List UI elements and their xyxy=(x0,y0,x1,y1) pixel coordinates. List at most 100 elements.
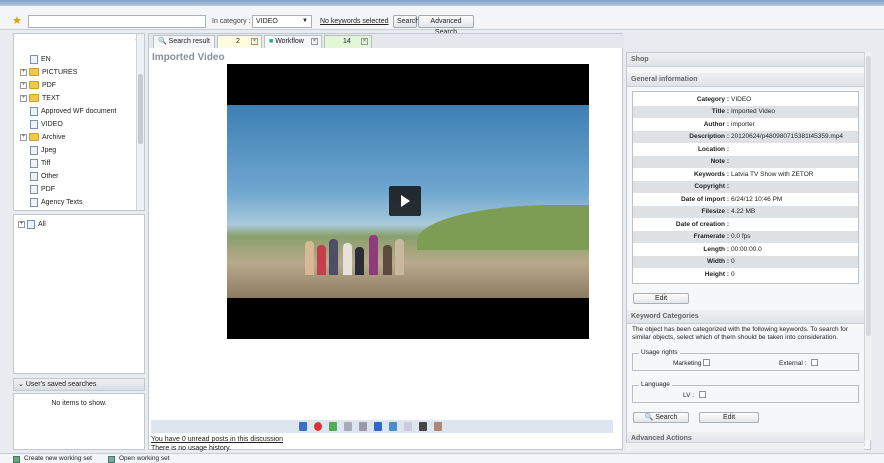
saved-searches-list: No items to show. xyxy=(13,393,145,450)
external-label: External : xyxy=(779,360,807,367)
tab-14[interactable]: 14 × xyxy=(324,35,372,48)
tree-item-label: VIDEO xyxy=(41,121,63,128)
tree-item[interactable]: + PICTURES xyxy=(20,67,77,79)
external-checkbox[interactable] xyxy=(811,359,818,366)
expand-icon[interactable]: + xyxy=(20,133,27,141)
open-working-set-link[interactable]: Open working set xyxy=(119,455,170,462)
keyword-description: The object has been categorized with the… xyxy=(632,326,848,341)
play-button[interactable] xyxy=(389,186,421,216)
delete-icon[interactable] xyxy=(314,422,322,431)
workflow-icon[interactable] xyxy=(434,422,442,431)
tree-item[interactable]: + PDF xyxy=(20,80,56,92)
status-bar: Create new working set Open working set xyxy=(0,453,884,463)
download-icon[interactable] xyxy=(374,422,382,431)
usage-history-text: There is no usage history. xyxy=(151,445,232,452)
empty-message: No items to show. xyxy=(51,400,107,407)
details-panel: Shop General information Category : VIDEO… xyxy=(626,52,871,450)
saved-searches-title: User's saved searches xyxy=(25,381,97,388)
info-row-description: Description :20120624/p480980715381t4535… xyxy=(633,131,858,143)
create-working-set-link[interactable]: Create new working set xyxy=(24,455,92,462)
close-icon[interactable]: × xyxy=(361,38,368,45)
tree-item[interactable]: VIDEO xyxy=(30,119,63,131)
tree-scrollbar[interactable] xyxy=(136,34,144,210)
open-working-set-icon[interactable] xyxy=(108,456,115,463)
keyword-categories-header[interactable]: Keyword Categories xyxy=(627,310,865,324)
document-icon xyxy=(30,119,38,129)
tree-item[interactable]: PDF xyxy=(30,184,55,196)
title-accent-bar xyxy=(0,0,884,6)
expand-icon[interactable]: + xyxy=(18,220,25,228)
search-button[interactable]: Search xyxy=(393,15,419,28)
collapse-icon: ⌄ xyxy=(18,381,26,388)
tree-item-label: PDF xyxy=(41,186,55,193)
unread-posts-link[interactable]: You have 0 unread posts in this discussi… xyxy=(151,436,283,443)
tab-label: 14 xyxy=(343,38,351,45)
tree-item[interactable]: Agency Texts xyxy=(30,197,83,209)
magnifier-icon: 🔍 xyxy=(644,414,656,421)
expand-icon[interactable]: + xyxy=(20,81,27,89)
advanced-search-button[interactable]: Advanced Search xyxy=(418,15,474,36)
tree-item[interactable]: Tiff xyxy=(30,158,50,170)
tab-search-result[interactable]: 🔍 Search result xyxy=(153,35,215,48)
marketing-checkbox[interactable] xyxy=(703,359,710,366)
category-select-value: VIDEO xyxy=(256,18,278,25)
tree-item-label: All xyxy=(38,221,46,228)
tree-item[interactable]: Other xyxy=(30,171,59,183)
lv-checkbox[interactable] xyxy=(699,391,706,398)
zoom-icon[interactable] xyxy=(344,422,352,431)
refresh-icon[interactable] xyxy=(329,422,337,431)
tree-item-all[interactable]: + All xyxy=(18,219,46,231)
scroll-thumb[interactable] xyxy=(138,74,143,144)
tree-item-label: EN xyxy=(41,56,51,63)
folder-icon xyxy=(29,133,39,142)
tree-item[interactable]: Jpeg xyxy=(30,145,56,157)
folder-icon xyxy=(29,68,39,77)
usage-rights-legend: Usage rights xyxy=(639,349,680,356)
edit-info-button[interactable]: Edit xyxy=(633,293,689,304)
document-icon[interactable] xyxy=(404,422,412,431)
scroll-thumb[interactable] xyxy=(866,56,871,336)
info-row-location: Location : xyxy=(697,146,729,153)
details-horizontal-scrollbar[interactable] xyxy=(626,442,864,450)
marketing-label: Marketing : xyxy=(673,360,706,367)
tab-2[interactable]: 2 × xyxy=(217,35,262,48)
details-scrollbar[interactable] xyxy=(864,52,872,440)
info-row-length: Length :00:00:00.0 xyxy=(703,246,762,253)
keyword-edit-button[interactable]: Edit xyxy=(699,412,759,423)
saved-searches-header[interactable]: ⌄ User's saved searches xyxy=(13,378,145,391)
category-select[interactable]: VIDEO ▼ xyxy=(252,15,312,28)
search-input[interactable] xyxy=(28,15,206,28)
create-working-set-icon[interactable] xyxy=(13,456,20,463)
tree-item-label: PICTURES xyxy=(42,69,78,76)
tree-item[interactable]: + TEXT xyxy=(20,93,60,105)
tree-item-label: PDF xyxy=(42,82,56,89)
tree-item-label: Tiff xyxy=(41,160,51,167)
expand-icon[interactable]: + xyxy=(20,94,27,102)
document-icon xyxy=(30,197,38,207)
tree-item[interactable]: Approved WF document xyxy=(30,106,116,118)
close-icon[interactable]: × xyxy=(251,38,258,45)
print-icon[interactable] xyxy=(359,422,367,431)
sync-icon[interactable] xyxy=(389,422,397,431)
tree-item[interactable]: EN xyxy=(30,54,51,66)
binoculars-icon[interactable] xyxy=(419,422,427,431)
close-icon[interactable]: × xyxy=(311,38,318,45)
play-icon xyxy=(401,195,410,207)
video-player[interactable] xyxy=(227,64,589,339)
tree-item[interactable]: + Archive xyxy=(20,132,65,144)
tree-item-label: Agency Texts xyxy=(41,199,83,206)
general-info-header[interactable]: General information xyxy=(627,73,865,87)
no-keywords-link[interactable]: No keywords selected xyxy=(320,18,388,25)
category-tree: ★ EN +PICTURES +PDF +TEXT Approved WF do… xyxy=(13,33,145,211)
info-row-keywords: Keywords : Latvia TV Show with ZETOR xyxy=(693,171,814,178)
tab-label: Workflow xyxy=(275,38,304,45)
save-icon[interactable] xyxy=(299,422,307,431)
keyword-search-button[interactable]: 🔍 Search xyxy=(633,412,689,423)
shop-section-header[interactable]: Shop xyxy=(627,53,865,67)
usage-rights-group: Usage rights Marketing : External : xyxy=(632,349,859,371)
favorites-star-icon[interactable]: ★ xyxy=(12,15,24,27)
tab-workflow[interactable]: ■ Workflow × xyxy=(264,35,322,48)
tree-item-label: Approved WF document xyxy=(41,108,117,115)
expand-icon[interactable]: + xyxy=(20,68,27,76)
general-info-table: Category : VIDEO Title : Imported Video Au… xyxy=(632,91,859,284)
